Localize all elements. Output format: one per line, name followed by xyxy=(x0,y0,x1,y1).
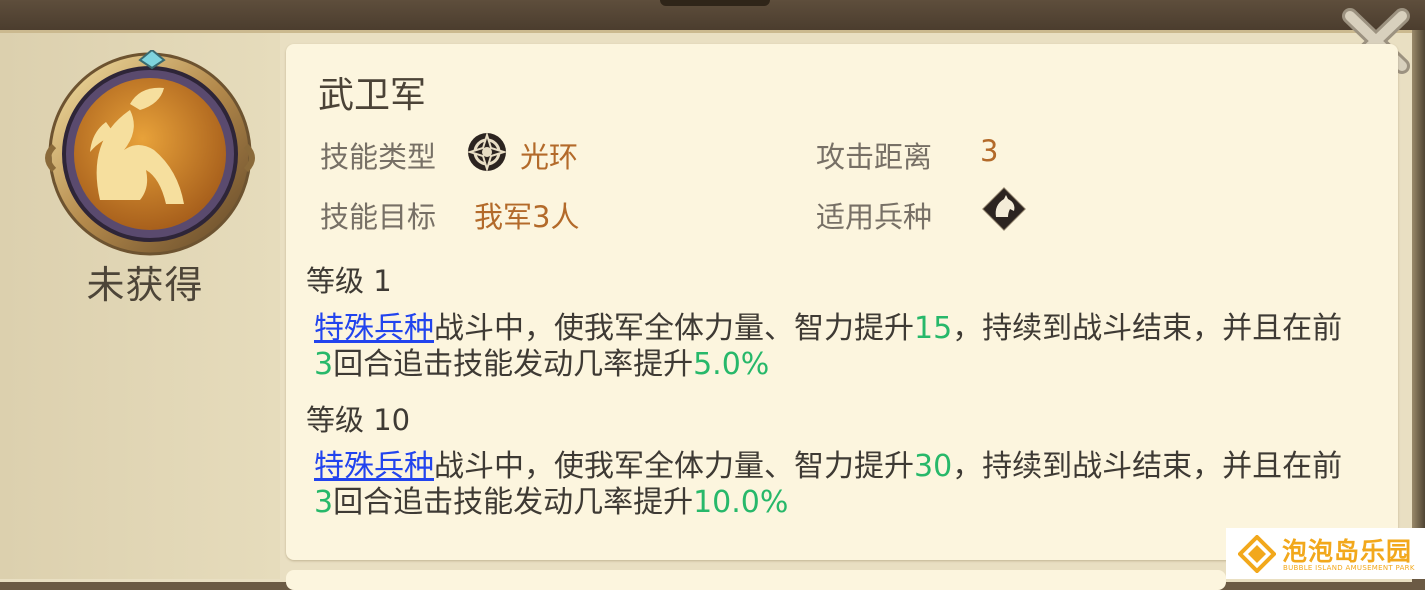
next-card xyxy=(286,570,1226,590)
watermark: 泡泡岛乐园 BUBBLE ISLAND AMUSEMENT PARK xyxy=(1226,528,1425,579)
skill-title: 武卫军 xyxy=(318,75,427,116)
level-1-rounds: 3 xyxy=(314,347,334,382)
horse-medal-icon xyxy=(45,50,255,256)
level-1-text-a: 战斗中，使我军全体力量、智力提升 xyxy=(434,311,914,346)
level-1-text-c: 回合追击技能发动几率提升 xyxy=(333,347,694,382)
unit-type-label: 适用兵种 xyxy=(816,200,933,234)
right-edge xyxy=(1412,30,1425,579)
level-10-stat-value: 30 xyxy=(914,449,953,484)
skill-type-label: 技能类型 xyxy=(320,140,437,174)
level-1-chance: 5.0% xyxy=(693,347,770,382)
level-1-label: 等级 1 xyxy=(306,264,392,298)
special-unit-link[interactable]: 特殊兵种 xyxy=(314,311,434,346)
diamond-logo-icon xyxy=(1238,534,1276,573)
level-10-text-c: 回合追击技能发动几率提升 xyxy=(333,485,694,520)
range-label: 攻击距离 xyxy=(816,140,933,174)
skill-status: 未获得 xyxy=(86,263,204,307)
top-bar xyxy=(0,0,1425,32)
watermark-subtitle: BUBBLE ISLAND AMUSEMENT PARK xyxy=(1283,564,1415,572)
level-10-text-a: 战斗中，使我军全体力量、智力提升 xyxy=(434,449,914,484)
level-1-stat-value: 15 xyxy=(914,311,953,346)
aura-ring-icon xyxy=(466,131,508,173)
special-unit-link[interactable]: 特殊兵种 xyxy=(314,449,434,484)
skill-type-value: 光环 xyxy=(520,140,579,174)
skill-target-label: 技能目标 xyxy=(320,200,437,234)
level-10-description: 特殊兵种战斗中，使我军全体力量、智力提升30，持续到战斗结束，并且在前 3回合追击… xyxy=(314,449,1354,521)
top-bar-notch xyxy=(660,0,770,6)
range-value: 3 xyxy=(980,134,999,168)
level-1-description: 特殊兵种战斗中，使我军全体力量、智力提升15，持续到战斗结束，并且在前 3回合追击… xyxy=(314,311,1354,383)
level-10-chance: 10.0% xyxy=(693,485,789,520)
skill-target-value: 我军3人 xyxy=(474,200,580,234)
level-1-text-b: ，持续到战斗结束，并且在前 xyxy=(952,311,1343,346)
horse-head-icon xyxy=(982,187,1026,231)
level-10-label: 等级 10 xyxy=(306,403,411,437)
level-10-rounds: 3 xyxy=(314,485,334,520)
level-10-text-b: ，持续到战斗结束，并且在前 xyxy=(952,449,1343,484)
watermark-title: 泡泡岛乐园 xyxy=(1282,537,1413,566)
